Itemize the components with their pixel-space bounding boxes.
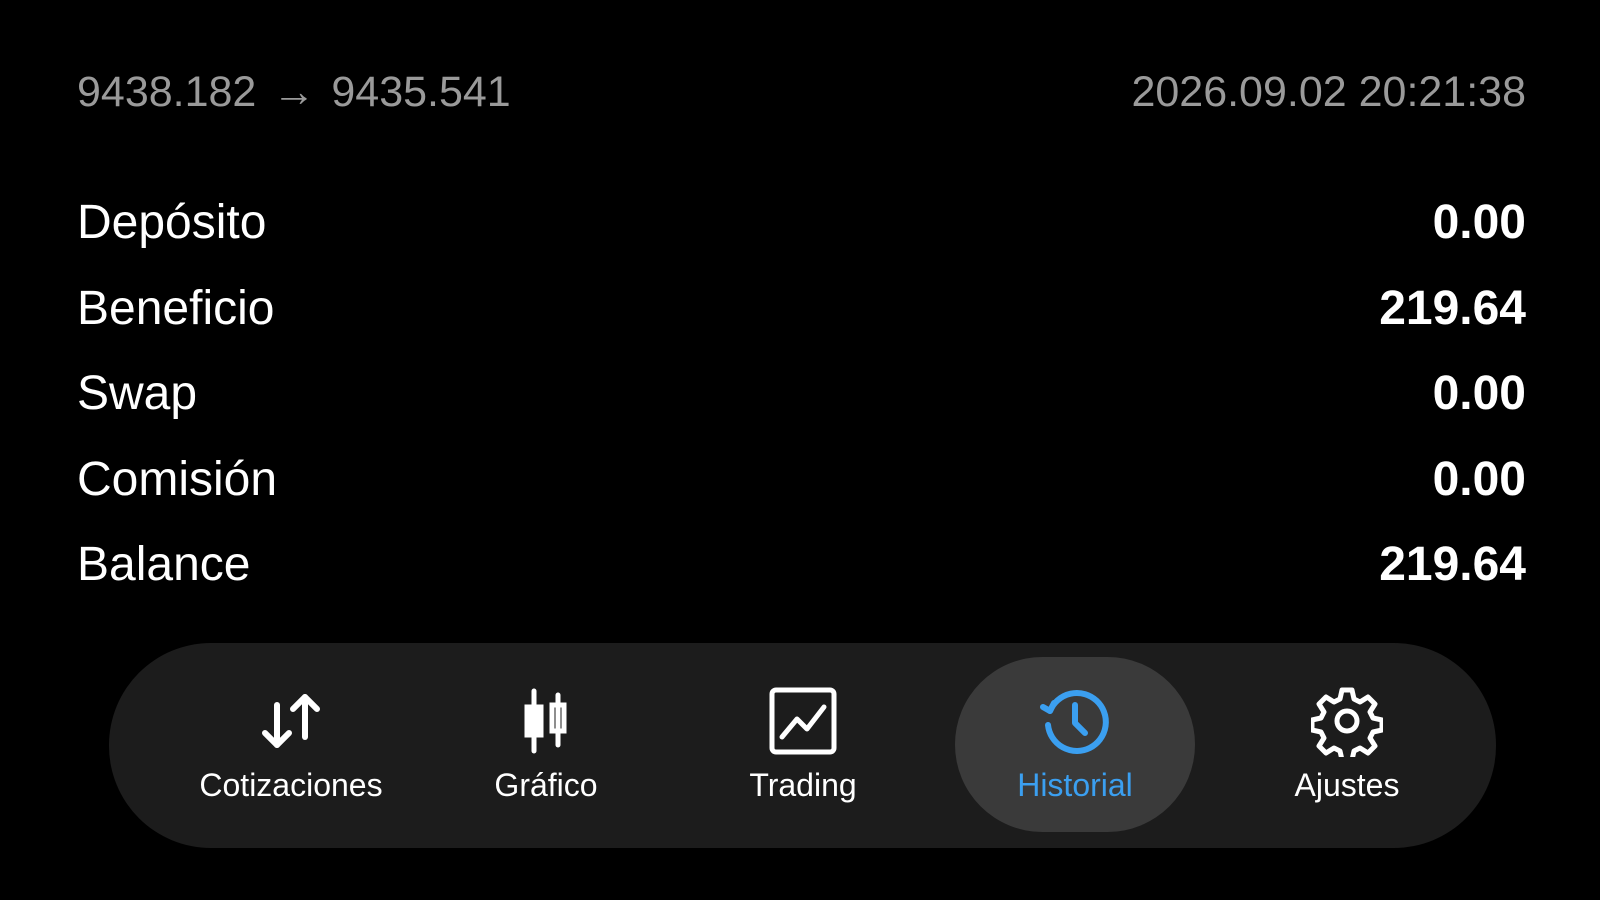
gear-icon [1311, 685, 1383, 757]
nav-label: Historial [1017, 767, 1133, 803]
summary-label: Swap [77, 367, 198, 421]
summary-label: Balance [77, 538, 251, 592]
nav-label: Ajustes [1294, 767, 1400, 803]
summary-row-commission: Comisión 0.00 [77, 437, 1526, 523]
arrow-right-icon: → [272, 67, 316, 116]
nav-label: Cotizaciones [199, 767, 383, 803]
nav-label: Trading [749, 767, 857, 803]
summary-row-profit: Beneficio 219.64 [77, 266, 1526, 352]
summary-value: 219.64 [1379, 538, 1526, 592]
price-open: 9438.182 [77, 67, 257, 116]
deal-header: 9438.182 → 9435.541 2026.09.02 20:21:38 [77, 62, 1526, 122]
trading-chart-icon [767, 685, 839, 757]
summary-row-swap: Swap 0.00 [77, 351, 1526, 437]
summary-value: 0.00 [1432, 196, 1526, 250]
nav-item-trading[interactable]: Trading [683, 657, 923, 832]
nav-item-chart[interactable]: Gráfico [426, 657, 666, 832]
candlestick-chart-icon [510, 685, 582, 757]
price-close: 9435.541 [331, 67, 511, 116]
nav-item-settings[interactable]: Ajustes [1227, 657, 1467, 832]
deal-datetime: 2026.09.02 20:21:38 [1131, 67, 1526, 116]
summary-value: 219.64 [1379, 281, 1526, 335]
summary-label: Beneficio [77, 281, 275, 335]
summary-label: Depósito [77, 196, 267, 250]
summary-row-balance: Balance 219.64 [77, 522, 1526, 608]
summary-label: Comisión [77, 452, 278, 506]
summary-row-deposit: Depósito 0.00 [77, 180, 1526, 266]
quotes-arrows-icon [255, 685, 327, 757]
nav-label: Gráfico [494, 767, 598, 803]
price-change: 9438.182 → 9435.541 [77, 68, 511, 117]
bottom-nav-bar: Cotizaciones Gráfico Trading Historial A… [109, 643, 1496, 848]
nav-item-history[interactable]: Historial [955, 657, 1195, 832]
summary-list: Depósito 0.00 Beneficio 219.64 Swap 0.00… [77, 180, 1526, 608]
summary-value: 0.00 [1432, 367, 1526, 421]
nav-item-quotes[interactable]: Cotizaciones [171, 657, 411, 832]
history-clock-icon [1039, 685, 1111, 757]
summary-value: 0.00 [1432, 452, 1526, 506]
history-screen: 9438.182 → 9435.541 2026.09.02 20:21:38 … [0, 0, 1600, 900]
